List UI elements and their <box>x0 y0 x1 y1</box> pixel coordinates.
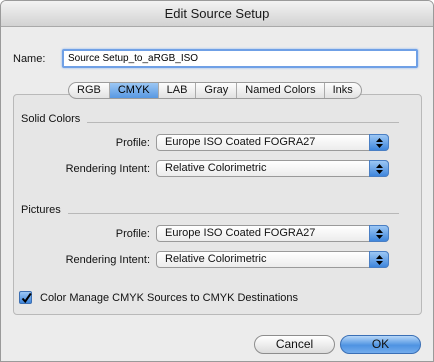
checkmark-icon <box>21 292 32 304</box>
solid-intent-label: Rendering Intent: <box>65 163 150 175</box>
pictures-divider <box>68 213 399 214</box>
tab-bar: RGB CMYK LAB Gray Named Colors Inks <box>68 82 362 99</box>
pictures-intent-label: Rendering Intent: <box>65 254 150 266</box>
solid-intent-value: Relative Colorimetric <box>165 162 267 174</box>
tab-named-colors[interactable]: Named Colors <box>237 83 325 98</box>
color-manage-checkbox[interactable] <box>19 291 32 304</box>
tab-rgb[interactable]: RGB <box>69 83 110 98</box>
name-input[interactable] <box>62 49 418 68</box>
chevron-updown-icon <box>369 225 389 242</box>
pictures-profile-select[interactable]: Europe ISO Coated FOGRA27 <box>156 225 389 242</box>
chevron-updown-icon <box>369 251 389 268</box>
pictures-heading: Pictures <box>21 204 61 216</box>
chevron-updown-icon <box>369 160 389 177</box>
pictures-intent-select[interactable]: Relative Colorimetric <box>156 251 389 268</box>
solid-colors-heading: Solid Colors <box>21 113 81 125</box>
tab-lab[interactable]: LAB <box>159 83 197 98</box>
tab-cmyk[interactable]: CMYK <box>109 83 159 98</box>
ok-button[interactable]: OK <box>340 335 421 354</box>
solid-profile-value: Europe ISO Coated FOGRA27 <box>165 136 316 148</box>
edit-source-setup-dialog: Edit Source Setup Name: RGB CMYK LAB Gra… <box>0 0 434 362</box>
solid-colors-divider <box>87 122 399 123</box>
pictures-intent-value: Relative Colorimetric <box>165 253 267 265</box>
pictures-profile-value: Europe ISO Coated FOGRA27 <box>165 227 316 239</box>
window-title: Edit Source Setup <box>1 1 433 27</box>
tab-inks[interactable]: Inks <box>325 83 361 98</box>
settings-panel <box>13 94 422 315</box>
color-manage-label[interactable]: Color Manage CMYK Sources to CMYK Destin… <box>40 292 298 304</box>
solid-profile-label: Profile: <box>115 137 150 149</box>
cancel-button[interactable]: Cancel <box>254 335 335 354</box>
chevron-updown-icon <box>369 134 389 151</box>
name-label: Name: <box>13 53 46 65</box>
tab-gray[interactable]: Gray <box>196 83 238 98</box>
solid-intent-select[interactable]: Relative Colorimetric <box>156 160 389 177</box>
pictures-profile-label: Profile: <box>115 228 150 240</box>
solid-profile-select[interactable]: Europe ISO Coated FOGRA27 <box>156 134 389 151</box>
